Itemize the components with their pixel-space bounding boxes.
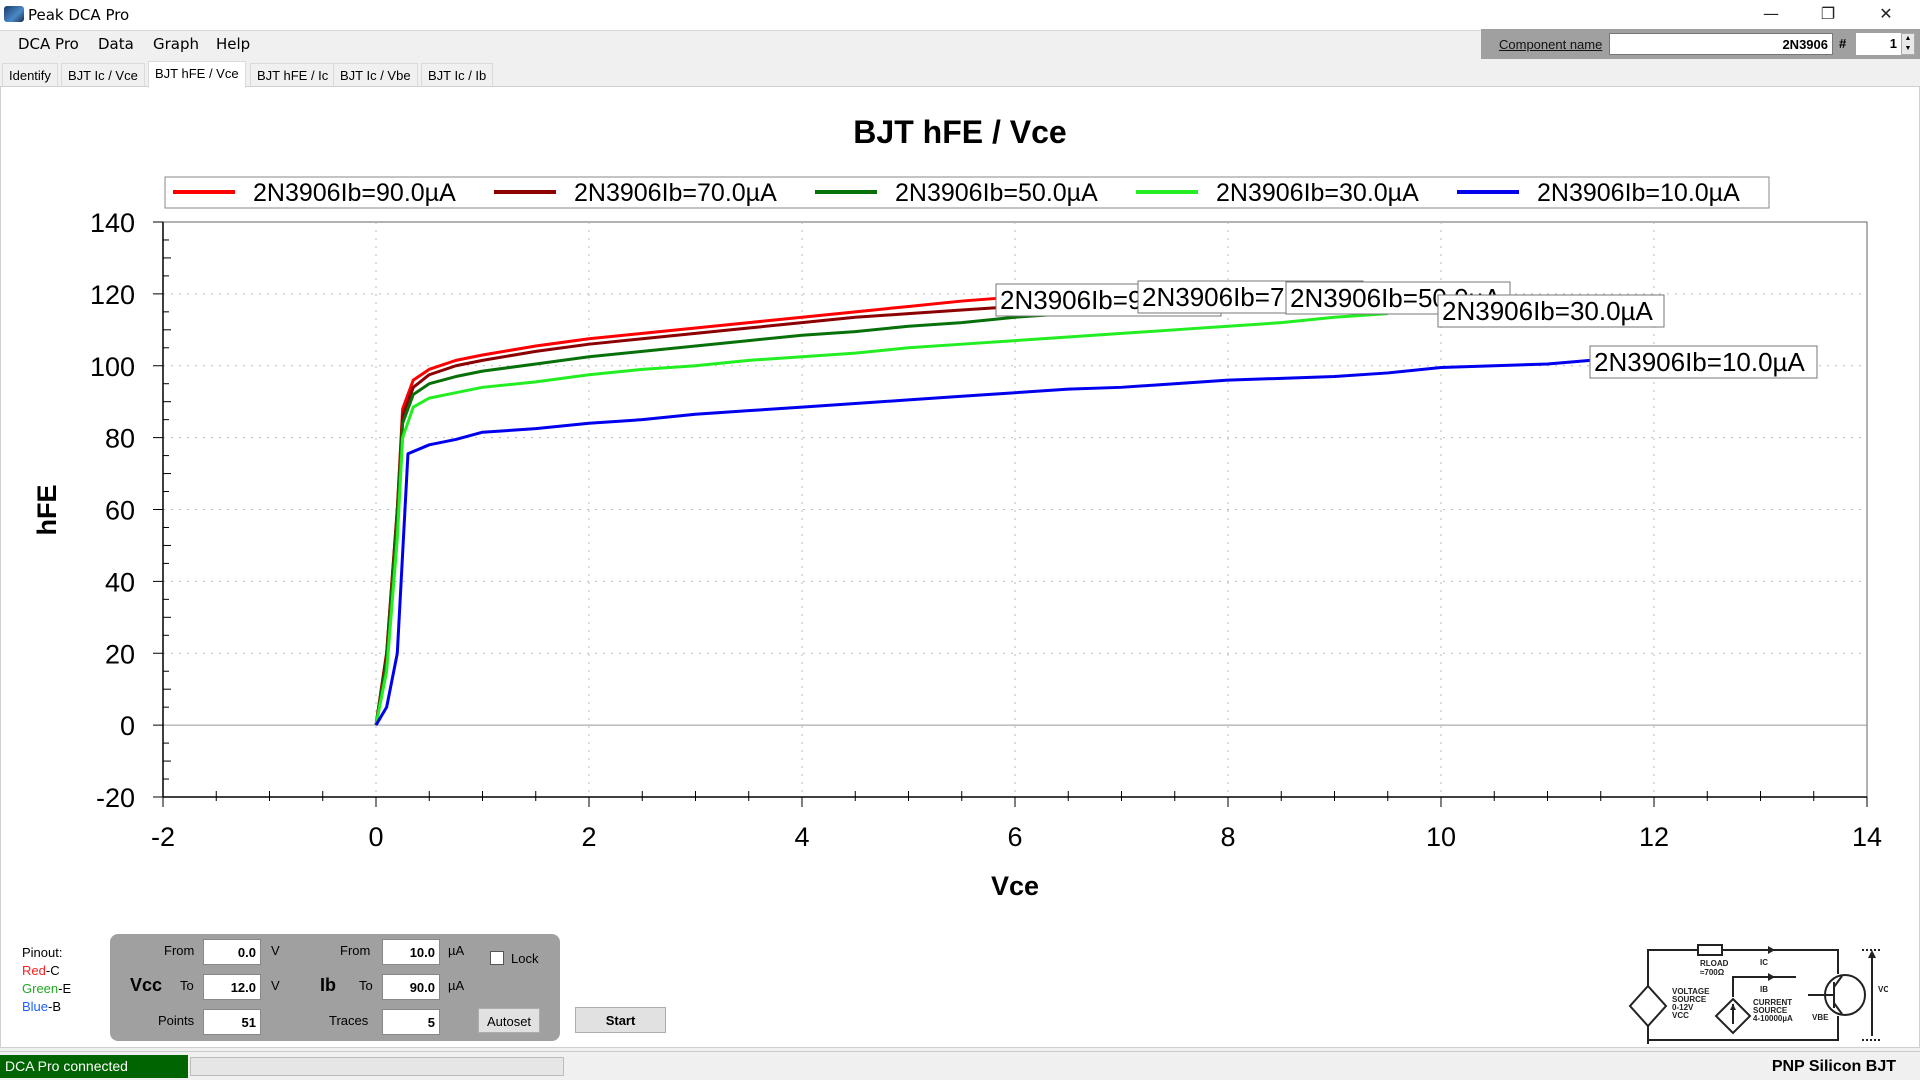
vcc-from-unit: V (271, 943, 280, 958)
end-label-text: 2N3906Ib=10.0µA (1594, 347, 1806, 377)
legend-label-3: 2N3906Ib=30.0µA (1216, 179, 1419, 207)
legend-label-1: 2N3906Ib=70.0µA (574, 179, 777, 207)
schematic-ic: IC (1760, 958, 1768, 967)
series-end-label-4: 2N3906Ib=10.0µA (1589, 345, 1818, 379)
traces-label: Traces (329, 1013, 369, 1028)
lock-label: Lock (511, 951, 539, 966)
pin-color: Red (22, 963, 46, 978)
legend-label-2: 2N3906Ib=50.0µA (895, 179, 1098, 207)
x-axis-label: Vce (991, 871, 1039, 901)
legend-label-0: 2N3906Ib=90.0µA (253, 179, 456, 207)
y-tick-label: 40 (105, 567, 135, 597)
y-tick-label: 0 (120, 711, 135, 741)
series-line-1 (374, 297, 1122, 726)
legend: 2N3906Ib=90.0µA 2N3906Ib=70.0µA 2N3906Ib=5… (164, 176, 1770, 209)
legend-label-4: 2N3906Ib=10.0µA (1537, 179, 1740, 207)
traces-input[interactable]: 5 (382, 1009, 440, 1035)
connection-status: DCA Pro connected (0, 1055, 188, 1078)
series-end-label-3: 2N3906Ib=30.0µA (1437, 294, 1665, 328)
schematic-vce: VCE (1878, 985, 1888, 994)
y-tick-label: 140 (90, 208, 135, 238)
vcc-from-label: From (164, 943, 195, 958)
pinout-label: Pinout: (22, 945, 63, 960)
tab-bjt-hfe-vce[interactable]: BJT hFE / Vce (148, 61, 246, 88)
start-button[interactable]: Start (575, 1007, 666, 1033)
end-label-text: 2N3906Ib=30.0µA (1442, 296, 1654, 326)
x-tick-label: 12 (1639, 822, 1669, 852)
pin-name: -B (48, 999, 62, 1014)
y-tick-label: -20 (96, 783, 135, 813)
end-label-text: 2N3906Ib=7 (1142, 282, 1284, 312)
x-tick-label: 4 (794, 822, 809, 852)
x-tick-label: 14 (1852, 822, 1882, 852)
lock-checkbox[interactable] (490, 951, 504, 965)
ib-to-unit: µA (448, 978, 465, 993)
vcc-to-label: To (180, 978, 194, 993)
ib-from-unit: µA (448, 943, 465, 958)
end-labels: 2N3906Ib=9 2N3906Ib=7 2N3906Ib=50.0µA2N390… (995, 280, 1818, 379)
pinout-green: Green-E (22, 980, 71, 998)
pin-color: Green (22, 981, 59, 996)
y-tick-label: 60 (105, 496, 135, 526)
schematic-ib: IB (1760, 985, 1768, 994)
x-tick-label: 8 (1220, 822, 1235, 852)
pinout-blue: Blue-B (22, 998, 71, 1016)
vcc-to-input[interactable]: 12.0 (203, 974, 261, 1000)
y-tick-label: 100 (90, 352, 135, 382)
end-label-text: 2N3906Ib=9 (1000, 285, 1142, 315)
y-tick-label: 20 (105, 639, 135, 669)
autoset-button[interactable]: Autoset (478, 1008, 540, 1033)
ib-label: Ib (320, 975, 336, 995)
hfe-vce-chart: BJT hFE / Vce -20020406080100120140-2 0 2 4… (32, 114, 1882, 901)
vcc-from-input[interactable]: 0.0 (203, 939, 261, 965)
pin-color: Blue (22, 999, 49, 1014)
chart-title: BJT hFE / Vce (853, 114, 1066, 150)
schematic-vsrc-4: VCC (1672, 1011, 1689, 1020)
schematic-isrc-3: 4-10000µA (1753, 1014, 1793, 1023)
series-line-4 (374, 358, 1591, 726)
device-type-label: PNP Silicon BJT (1771, 1058, 1896, 1075)
x-tick-label: 6 (1007, 822, 1022, 852)
schematic-vbe: VBE (1812, 1013, 1829, 1022)
x-tick-label: 2 (581, 822, 596, 852)
pin-name: -E (58, 981, 72, 996)
pinout-red: Red-C (22, 962, 71, 980)
series-line-2 (374, 295, 1335, 726)
vcc-to-unit: V (271, 978, 280, 993)
ib-to-input[interactable]: 90.0 (382, 974, 440, 1000)
circuit-schematic: VOLTAGE SOURCE 0-12V VCC RLOAD ≈700Ω IC … (1628, 944, 1888, 1044)
ib-from-input[interactable]: 10.0 (382, 939, 440, 965)
ib-from-label: From (340, 943, 371, 958)
pinout-legend: Pinout: Red-C Green-E Blue-B (22, 944, 71, 1016)
y-tick-label: 80 (105, 424, 135, 454)
points-input[interactable]: 51 (203, 1009, 261, 1035)
schematic-rload: RLOAD (1700, 959, 1729, 968)
ib-to-label: To (359, 978, 373, 993)
points-label: Points (158, 1013, 195, 1028)
x-tick-label: 10 (1426, 822, 1456, 852)
sweep-control-panel: From 0.0 V Vcc To 12.0 V Points 51 From … (110, 934, 560, 1041)
series-line-3 (374, 312, 1388, 726)
x-tick-label: -2 (151, 822, 175, 852)
x-tick-label: 0 (368, 822, 383, 852)
schematic-rload-value: ≈700Ω (1700, 968, 1725, 977)
progress-bar (190, 1057, 564, 1076)
y-axis-label: hFE (32, 485, 62, 536)
vcc-label: Vcc (130, 975, 163, 995)
series-group (374, 295, 1591, 726)
status-bar: DCA Pro connected PNP Silicon BJT (0, 1051, 1920, 1080)
y-tick-label: 120 (90, 280, 135, 310)
pin-name: -C (45, 963, 60, 978)
